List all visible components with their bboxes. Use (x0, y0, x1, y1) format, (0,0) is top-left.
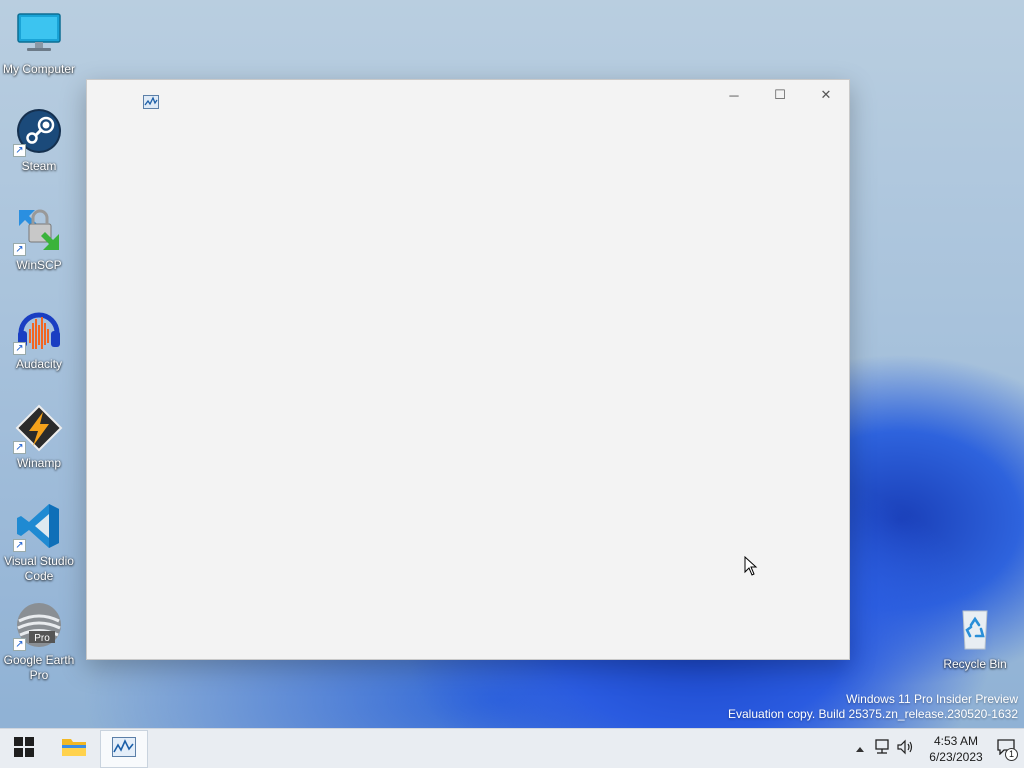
google-earth-icon: Pro ↗ (13, 601, 63, 651)
volume-button[interactable] (894, 729, 918, 768)
winscp-icon: ↗ (13, 206, 63, 256)
taskbar-performance-monitor[interactable] (100, 730, 148, 768)
desktop-icon-label: Recycle Bin (943, 657, 1007, 671)
desktop-icon-label: My Computer (2, 62, 76, 76)
app-window[interactable]: ─ ☐ ✕ (86, 79, 850, 660)
windows-start-icon (14, 736, 34, 762)
shortcut-arrow-icon: ↗ (13, 243, 26, 256)
desktop-icon-winamp[interactable]: ↗ Winamp (0, 404, 78, 471)
computer-monitor-icon (15, 10, 63, 58)
steam-icon: ↗ (13, 107, 63, 157)
performance-monitor-icon (112, 736, 136, 762)
desktop-icon-label: Audacity (15, 357, 63, 371)
start-button[interactable] (0, 729, 48, 768)
window-controls: ─ ☐ ✕ (711, 80, 849, 110)
shortcut-arrow-icon: ↗ (13, 144, 26, 157)
desktop-icon-label: Winamp (16, 456, 61, 470)
desktop-icon-vscode[interactable]: ↗ Visual Studio Code (0, 502, 78, 584)
system-tray: 4:53 AM 6/23/2023 1 (850, 729, 1024, 768)
recycle-bin-icon (951, 605, 999, 653)
desktop-icon-recycle-bin[interactable]: Recycle Bin (936, 605, 1014, 672)
maximize-button[interactable]: ☐ (757, 80, 803, 110)
clock-date: 6/23/2023 (929, 750, 983, 764)
shortcut-arrow-icon: ↗ (13, 539, 26, 552)
taskbar: 4:53 AM 6/23/2023 1 (0, 728, 1024, 768)
shortcut-arrow-icon: ↗ (13, 342, 26, 355)
shortcut-arrow-icon: ↗ (13, 441, 26, 454)
window-titlebar[interactable]: ─ ☐ ✕ (87, 80, 849, 112)
desktop-icon-steam[interactable]: ↗ Steam (0, 107, 78, 174)
performance-monitor-icon (143, 95, 159, 109)
evaluation-watermark: Windows 11 Pro Insider Preview Evaluatio… (728, 692, 1018, 722)
close-button[interactable]: ✕ (803, 80, 849, 110)
notifications-button[interactable]: 1 (988, 729, 1024, 768)
speaker-icon (897, 739, 915, 760)
clock[interactable]: 4:53 AM 6/23/2023 (924, 729, 988, 768)
winamp-icon: ↗ (13, 404, 63, 454)
desktop-icon-my-computer[interactable]: My Computer (0, 10, 78, 77)
clock-time: 4:53 AM (933, 734, 979, 748)
desktop-icon-winscp[interactable]: ↗ WinSCP (0, 206, 78, 273)
desktop-icon-label: Google Earth Pro (3, 653, 75, 682)
vscode-icon: ↗ (13, 502, 63, 552)
mouse-cursor-icon (744, 555, 758, 576)
network-icon (873, 738, 891, 760)
chevron-up-icon (855, 740, 865, 758)
watermark-line-2: Evaluation copy. Build 25375.zn_release.… (728, 707, 1018, 721)
watermark-line-1: Windows 11 Pro Insider Preview (846, 692, 1018, 706)
desktop-icon-label: Steam (21, 159, 57, 173)
desktop-icon-label: WinSCP (16, 258, 62, 272)
show-hidden-icons-button[interactable] (850, 729, 870, 768)
taskbar-file-explorer[interactable] (50, 729, 98, 768)
notification-count-badge: 1 (1005, 748, 1018, 761)
audacity-icon: ↗ (13, 305, 63, 355)
file-explorer-icon (61, 736, 87, 763)
shortcut-arrow-icon: ↗ (13, 638, 26, 651)
svg-text:Pro: Pro (34, 633, 50, 644)
network-button[interactable] (870, 729, 894, 768)
desktop-icon-audacity[interactable]: ↗ Audacity (0, 305, 78, 372)
minimize-button[interactable]: ─ (711, 80, 757, 110)
window-content-area (87, 112, 849, 659)
desktop-icon-label: Visual Studio Code (4, 554, 74, 583)
desktop-icon-google-earth-pro[interactable]: Pro ↗ Google Earth Pro (0, 601, 78, 683)
